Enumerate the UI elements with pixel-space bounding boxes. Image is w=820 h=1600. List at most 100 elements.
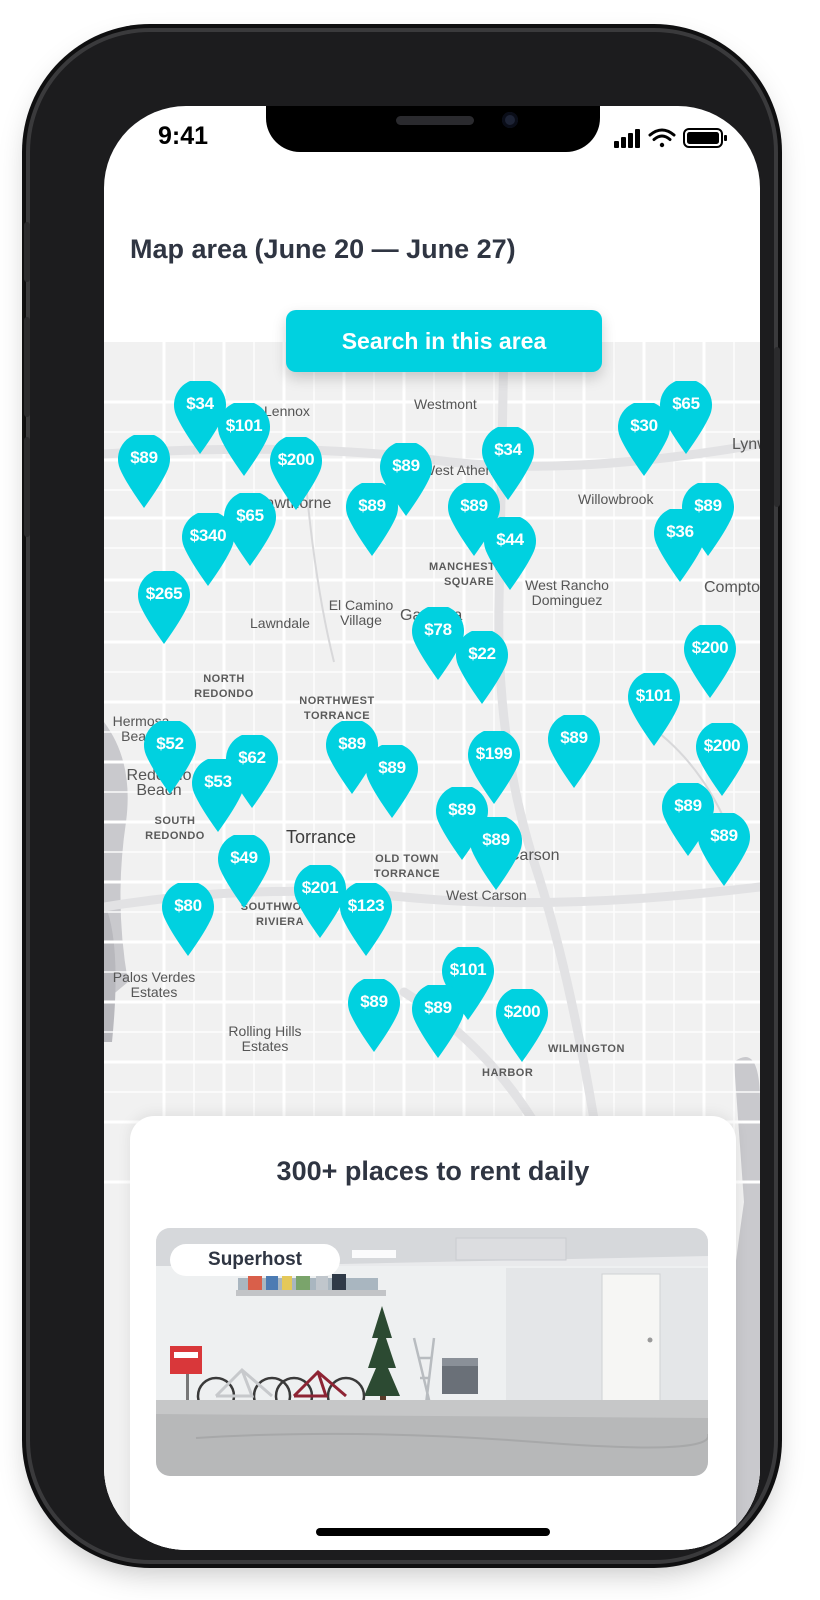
search-in-area-button[interactable]: Search in this area: [286, 310, 602, 372]
status-time: 9:41: [158, 122, 209, 150]
pin-price: $65: [672, 394, 700, 413]
status-icons: [614, 126, 734, 150]
battery-icon: [683, 128, 727, 148]
map-label: West Carson: [446, 887, 527, 903]
price-pin[interactable]: $200: [269, 437, 323, 510]
price-pin[interactable]: $80: [161, 883, 215, 956]
pin-price: $89: [130, 448, 158, 467]
map-label: Westmont: [414, 396, 477, 412]
map-label: WILMINGTON: [548, 1043, 625, 1055]
pin-price: $89: [378, 758, 406, 777]
map-label: Rolling Hills Estates: [228, 1023, 302, 1054]
pin-price: $89: [358, 496, 386, 515]
pin-marker-icon: [138, 571, 190, 644]
pin-marker-icon: [456, 631, 508, 704]
pin-price: $101: [449, 960, 487, 979]
pin-marker-icon: [684, 625, 736, 698]
map-label: OLD TOWN TORRANCE: [373, 853, 441, 880]
pin-marker-icon: [698, 813, 750, 886]
pin-price: $49: [230, 848, 258, 867]
phone-frame: 9:41 Map area (June 20 — June 27) Westmo…: [24, 32, 780, 1560]
power-button: [774, 347, 780, 507]
map-label: HARBOR: [482, 1067, 534, 1079]
pin-marker-icon: [340, 883, 392, 956]
notch: [266, 106, 600, 152]
pin-price: $200: [277, 450, 315, 469]
volume-up-button: [24, 317, 30, 417]
price-pin[interactable]: $200: [683, 625, 737, 698]
pin-marker-icon: [270, 437, 322, 510]
superhost-badge: Superhost: [170, 1244, 340, 1276]
pin-price: $44: [496, 530, 524, 549]
price-pin[interactable]: $22: [455, 631, 509, 704]
map-label: Compton: [704, 579, 760, 596]
price-pin[interactable]: $89: [547, 715, 601, 788]
pin-marker-icon: [548, 715, 600, 788]
listings-card[interactable]: 300+ places to rent daily Superhost: [130, 1116, 736, 1550]
pin-marker-icon: [470, 817, 522, 890]
pin-price: $89: [560, 728, 588, 747]
pin-price: $89: [710, 826, 738, 845]
pin-price: $265: [145, 584, 183, 603]
pin-price: $89: [460, 496, 488, 515]
price-pin[interactable]: $89: [345, 483, 399, 556]
pin-price: $340: [189, 526, 227, 545]
map-label: Lynwood: [732, 436, 760, 453]
screen: 9:41 Map area (June 20 — June 27) Westmo…: [104, 106, 760, 1550]
map-label: Torrance: [286, 827, 357, 847]
pin-price: $52: [156, 734, 184, 753]
pin-marker-icon: [348, 979, 400, 1052]
pin-marker-icon: [412, 985, 464, 1058]
pin-price: $89: [360, 992, 388, 1011]
pin-price: $101: [635, 686, 673, 705]
map-label: El Camino Village: [328, 597, 394, 628]
price-pin[interactable]: $265: [137, 571, 191, 644]
price-pin[interactable]: $200: [495, 989, 549, 1062]
price-pin[interactable]: $89: [469, 817, 523, 890]
price-pin[interactable]: $89: [411, 985, 465, 1058]
pin-price: $200: [691, 638, 729, 657]
speaker: [396, 116, 474, 125]
page-title: Map area (June 20 — June 27): [130, 234, 516, 264]
pin-marker-icon: [628, 673, 680, 746]
pin-marker-icon: [162, 883, 214, 956]
pin-price: $199: [475, 744, 513, 763]
pin-marker-icon: [118, 435, 170, 508]
pin-price: $89: [392, 456, 420, 475]
wifi-icon: [648, 128, 676, 148]
pin-price: $80: [174, 896, 202, 915]
pin-marker-icon: [496, 989, 548, 1062]
price-pin[interactable]: $89: [117, 435, 171, 508]
price-pin[interactable]: $36: [653, 509, 707, 582]
pin-marker-icon: [660, 381, 712, 454]
price-pin[interactable]: $44: [483, 517, 537, 590]
listing-photo[interactable]: Superhost: [156, 1228, 708, 1476]
pin-price: $89: [482, 830, 510, 849]
pin-price: $34: [494, 440, 522, 459]
price-pin[interactable]: $65: [659, 381, 713, 454]
home-indicator[interactable]: [316, 1528, 550, 1536]
pin-price: $53: [204, 772, 232, 791]
pin-price: $200: [503, 1002, 541, 1021]
price-pin[interactable]: $49: [217, 835, 271, 908]
price-pin[interactable]: $89: [365, 745, 419, 818]
map-label: NORTH REDONDO: [194, 673, 254, 700]
pin-price: $200: [703, 736, 741, 755]
map-label: Willowbrook: [578, 491, 654, 507]
pin-price: $123: [347, 896, 385, 915]
pin-price: $89: [424, 998, 452, 1017]
pin-price: $101: [225, 416, 263, 435]
pin-price: $22: [468, 644, 496, 663]
price-pin[interactable]: $123: [339, 883, 393, 956]
map-label: Lawndale: [250, 615, 310, 631]
pin-marker-icon: [654, 509, 706, 582]
pin-marker-icon: [484, 517, 536, 590]
price-pin[interactable]: $101: [627, 673, 681, 746]
price-pin[interactable]: $89: [697, 813, 751, 886]
pin-marker-icon: [218, 835, 270, 908]
price-pin[interactable]: $53: [191, 759, 245, 832]
map-label: Palos Verdes Estates: [112, 969, 196, 1000]
price-pin[interactable]: $89: [347, 979, 401, 1052]
listings-card-title: 300+ places to rent daily: [276, 1156, 590, 1186]
signal-icon: [614, 129, 640, 148]
